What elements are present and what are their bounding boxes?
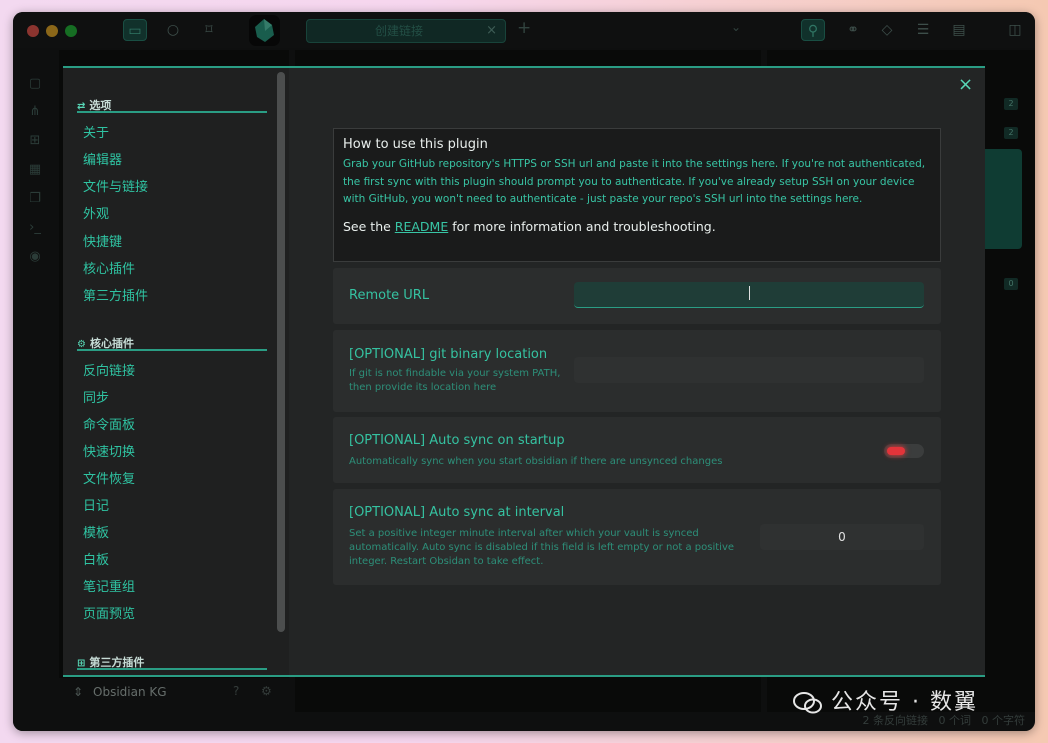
- sidebar-item-file-recovery[interactable]: 文件恢复: [83, 468, 135, 487]
- sidebar-scrollbar[interactable]: [277, 72, 285, 632]
- sidebar-item-backlinks[interactable]: 反向链接: [83, 360, 135, 379]
- auto-sync-startup-toggle[interactable]: [884, 444, 924, 458]
- info-see-line: See the README for more information and …: [343, 218, 716, 234]
- gear-icon: ⚙: [77, 339, 86, 350]
- sidebar-item-hotkeys[interactable]: 快捷键: [83, 231, 122, 250]
- sidebar-item-about[interactable]: 关于: [83, 122, 109, 141]
- remote-url-input[interactable]: [574, 282, 924, 308]
- setting-name: [OPTIONAL] git binary location: [349, 347, 548, 362]
- setting-auto-sync-startup: [OPTIONAL] Auto sync on startup Automati…: [333, 417, 941, 483]
- sidebar-item-templates[interactable]: 模板: [83, 522, 109, 541]
- sidebar-item-sync[interactable]: 同步: [83, 387, 109, 406]
- setting-git-binary: [OPTIONAL] git binary location If git is…: [333, 330, 941, 412]
- app-window: ▭ ○ ⌑ 创建链接 × + ⌄ ⚲ ⚭ ◇ ☰ ▤ ◫ ▢ ⋔ ⊞ ▦ ❐ ›…: [13, 12, 1035, 731]
- watermark: 公众号 · 数翼: [793, 684, 978, 716]
- info-body: Grab your GitHub repository's HTTPS or S…: [343, 158, 926, 205]
- sidebar-item-command-palette[interactable]: 命令面板: [83, 414, 135, 433]
- settings-sidebar: ⇄ 选项 关于 编辑器 文件与链接 外观 快捷键 核心插件 第三方插件 ⚙ 核心插件…: [63, 68, 289, 675]
- sidebar-item-daily-notes[interactable]: 日记: [83, 495, 109, 514]
- setting-description: If git is not findable via your system P…: [349, 368, 561, 393]
- sidebar-item-core-plugins[interactable]: 核心插件: [83, 258, 135, 277]
- section-community-plugins: ⊞ 第三方插件: [77, 654, 267, 670]
- sidebar-item-note-composer[interactable]: 笔记重组: [83, 576, 135, 595]
- setting-name: [OPTIONAL] Auto sync on startup: [349, 433, 565, 448]
- sidebar-item-files-links[interactable]: 文件与链接: [83, 176, 148, 195]
- plugin-info-box: How to use this plugin Grab your GitHub …: [333, 128, 941, 262]
- info-title: How to use this plugin: [343, 137, 488, 152]
- readme-link[interactable]: README: [395, 219, 448, 234]
- wechat-icon: [793, 692, 822, 714]
- auto-sync-interval-input[interactable]: 0: [760, 524, 924, 550]
- sidebar-item-editor[interactable]: 编辑器: [83, 149, 122, 168]
- close-icon[interactable]: ×: [958, 74, 973, 95]
- setting-auto-sync-interval: [OPTIONAL] Auto sync at interval Set a p…: [333, 489, 941, 585]
- sidebar-item-canvas[interactable]: 白板: [83, 549, 109, 568]
- sidebar-item-community-plugins[interactable]: 第三方插件: [83, 285, 148, 304]
- sliders-icon: ⇄: [77, 101, 86, 112]
- sidebar-item-page-preview[interactable]: 页面预览: [83, 603, 135, 622]
- sidebar-item-appearance[interactable]: 外观: [83, 203, 109, 222]
- text-cursor: [749, 286, 750, 300]
- toggle-knob: [887, 447, 905, 455]
- setting-description: Set a positive integer minute interval a…: [349, 528, 735, 567]
- plugins-icon: ⊞: [77, 658, 86, 669]
- section-options: ⇄ 选项: [77, 97, 267, 113]
- git-binary-input[interactable]: [574, 357, 924, 383]
- setting-name: Remote URL: [349, 288, 430, 303]
- setting-description: Automatically sync when you start obsidi…: [349, 456, 723, 467]
- setting-remote-url: Remote URL: [333, 268, 941, 324]
- sidebar-item-quick-switcher[interactable]: 快速切换: [83, 441, 135, 460]
- setting-name: [OPTIONAL] Auto sync at interval: [349, 505, 565, 520]
- section-core-plugins: ⚙ 核心插件: [77, 335, 267, 351]
- settings-modal: ⇄ 选项 关于 编辑器 文件与链接 外观 快捷键 核心插件 第三方插件 ⚙ 核心插件…: [63, 66, 985, 677]
